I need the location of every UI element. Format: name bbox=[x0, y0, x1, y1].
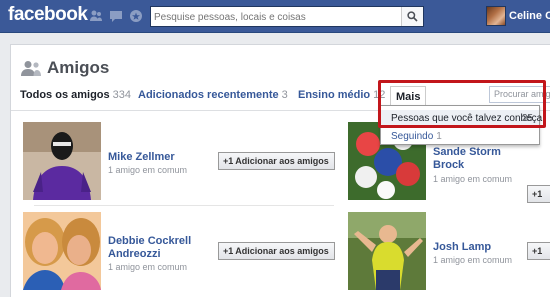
friend-name[interactable]: Josh Lamp bbox=[433, 241, 491, 254]
page-title: Amigos bbox=[47, 58, 110, 77]
friend-photo[interactable] bbox=[348, 212, 426, 290]
add-friend-button[interactable]: +1 Adicionar aos amigos bbox=[218, 242, 335, 260]
friend-name[interactable]: Debbie Cockrell Andreozzi bbox=[108, 235, 198, 261]
tab-count: 3 bbox=[281, 89, 288, 101]
tab-high-school[interactable]: Ensino médio 12 bbox=[298, 89, 385, 101]
tab-all-friends[interactable]: Todos os amigos 334 bbox=[20, 89, 131, 101]
user-name[interactable]: Celine Cor bbox=[509, 10, 550, 22]
dropdown-item-following[interactable]: Seguindo 1 bbox=[381, 128, 539, 144]
dropdown-item-people-you-may-know[interactable]: Pessoas que você talvez conheça 25 bbox=[381, 110, 543, 126]
search-icon bbox=[407, 11, 418, 22]
search-input[interactable] bbox=[154, 9, 399, 25]
friend-photo[interactable] bbox=[23, 212, 101, 290]
facebook-logo[interactable]: facebook bbox=[8, 4, 88, 26]
friend-card: Mike Zellmer 1 amigo em comum +1 Adiciona… bbox=[23, 122, 343, 202]
more-dropdown: Pessoas que você talvez conheça 25 Segui… bbox=[380, 105, 543, 145]
friends-panel: Amigos Todos os amigos 334 Adicionados re… bbox=[10, 44, 550, 297]
friends-icon bbox=[21, 60, 41, 76]
add-friend-button[interactable]: +1 Adicionar aos amigos bbox=[218, 152, 335, 170]
add-friend-label: Adicionar aos amigos bbox=[235, 156, 329, 166]
add-friend-button-partial[interactable]: +1 bbox=[527, 185, 550, 203]
tab-label: Ensino médio bbox=[298, 89, 371, 101]
friend-name[interactable]: Mike Zellmer bbox=[108, 151, 175, 164]
mutual-friends[interactable]: 1 amigo em comum bbox=[108, 165, 187, 175]
friend-requests-icon[interactable] bbox=[89, 9, 103, 23]
mutual-friends[interactable]: 1 amigo em comum bbox=[433, 255, 512, 265]
dropdown-item-count: 1 bbox=[436, 131, 442, 142]
tab-count: 334 bbox=[112, 89, 131, 101]
friend-photo[interactable] bbox=[23, 122, 101, 200]
friend-card: Debbie Cockrell Andreozzi 1 amigo em com… bbox=[23, 212, 343, 292]
notifications-icon[interactable] bbox=[129, 9, 143, 23]
user-avatar[interactable] bbox=[486, 6, 506, 26]
top-bar: facebook Celine Cor bbox=[0, 0, 550, 33]
row-divider bbox=[34, 205, 334, 206]
dropdown-item-label: Seguindo bbox=[391, 131, 434, 142]
search-box bbox=[150, 6, 424, 27]
messages-icon[interactable] bbox=[109, 9, 123, 23]
dropdown-item-label: Pessoas que você talvez conheça bbox=[391, 113, 543, 124]
search-button[interactable] bbox=[401, 7, 423, 26]
tab-recently-added[interactable]: Adicionados recentemente 3 bbox=[138, 89, 288, 101]
add-friend-button-partial[interactable]: +1 bbox=[527, 242, 550, 260]
tab-count: 12 bbox=[373, 89, 386, 101]
mutual-friends[interactable]: 1 amigo em comum bbox=[108, 262, 187, 272]
dropdown-item-count: 25 bbox=[521, 113, 533, 124]
friend-card: Josh Lamp 1 amigo em comum bbox=[348, 212, 550, 292]
friend-name[interactable]: Sande Storm Brock bbox=[433, 146, 513, 172]
tab-label: Adicionados recentemente bbox=[138, 89, 279, 101]
add-friend-label: Adicionar aos amigos bbox=[235, 246, 329, 256]
search-friends-input[interactable]: Procurar amigos bbox=[489, 86, 550, 103]
add-friend-icon: +1 bbox=[223, 246, 234, 256]
add-friend-icon: +1 bbox=[223, 156, 234, 166]
tab-label: Todos os amigos bbox=[20, 89, 110, 101]
mutual-friends[interactable]: 1 amigo em comum bbox=[433, 174, 512, 184]
